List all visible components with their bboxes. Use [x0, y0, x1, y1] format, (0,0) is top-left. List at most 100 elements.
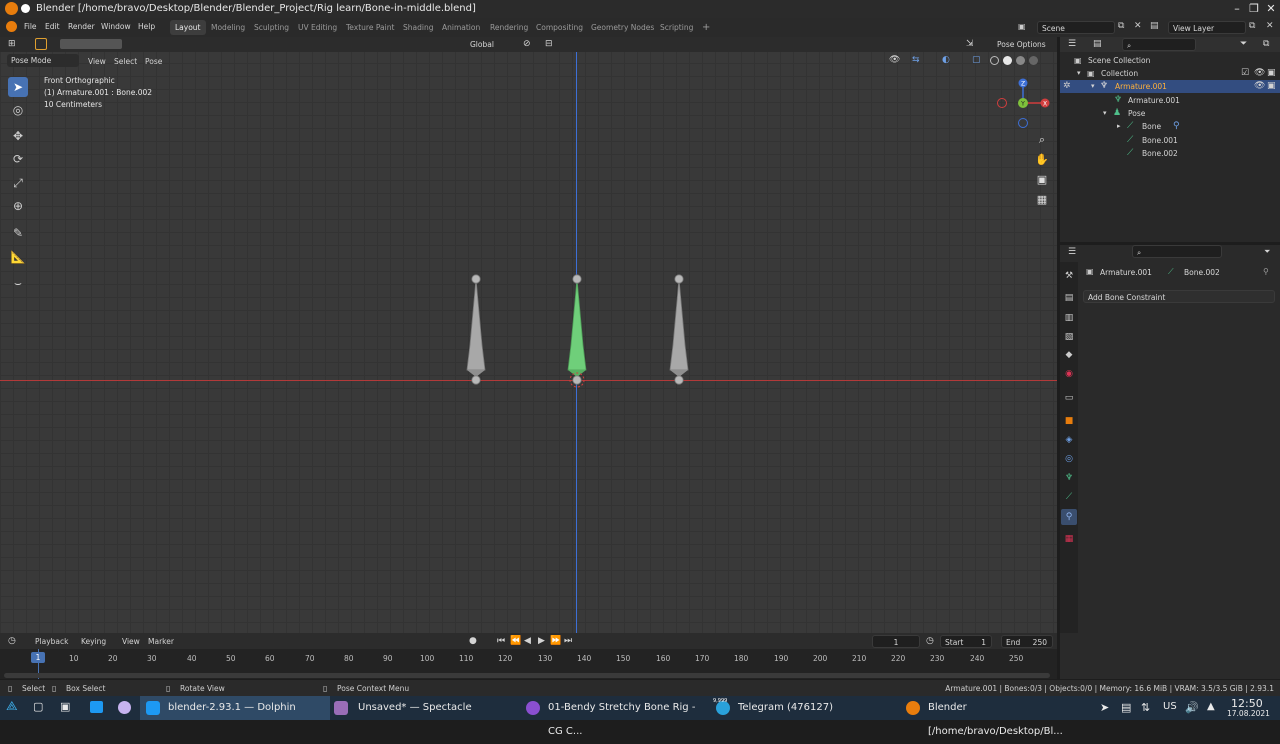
properties-search-input[interactable]: ⌕ — [1132, 245, 1222, 258]
tab-rendering[interactable]: Rendering — [485, 20, 533, 35]
menu-select[interactable]: Select — [114, 57, 137, 66]
collection-tab-icon[interactable]: ▭ — [1063, 392, 1075, 404]
select-tool-icon[interactable]: ➤ — [8, 77, 28, 97]
view-layer-selector[interactable]: View Layer — [1168, 21, 1246, 34]
tool-tab-icon[interactable]: ⚒ — [1063, 270, 1075, 282]
tab-texture-paint[interactable]: Texture Paint — [341, 20, 399, 35]
keyboard-layout[interactable]: US — [1163, 701, 1177, 712]
new-view-layer-icon[interactable]: ⧉ — [1249, 21, 1255, 31]
maximize-button[interactable]: ❐ — [1247, 2, 1261, 16]
file-manager-icon[interactable] — [90, 701, 103, 713]
tab-modeling[interactable]: Modeling — [206, 20, 250, 35]
outliner-row[interactable]: ♆ Armature.001 — [1060, 94, 1280, 107]
gizmo-icon[interactable]: ⇆ — [912, 55, 920, 65]
bone-tab-icon[interactable]: ⟋ — [1063, 491, 1075, 503]
show-desktop-icon[interactable]: ▢ — [33, 700, 43, 713]
bone-roll-tool-icon[interactable]: ⌣ — [8, 273, 28, 293]
new-collection-icon[interactable]: ⧉ — [1263, 39, 1269, 49]
current-frame-input[interactable]: 1 — [872, 635, 920, 648]
task-dolphin[interactable]: blender-2.93.1 — Dolphin — [140, 696, 330, 720]
jump-start-icon[interactable]: ⏮ — [497, 636, 505, 646]
tray-expand-icon[interactable]: ▲ — [1207, 701, 1215, 712]
jump-end-icon[interactable]: ⏭ — [564, 636, 572, 646]
menu-view[interactable]: View — [122, 637, 140, 646]
expand-arrow-icon[interactable]: ▾ — [1091, 82, 1095, 90]
tab-layout[interactable]: Layout — [170, 20, 206, 35]
start-frame-field[interactable]: Start 1 — [940, 635, 992, 648]
3d-viewport[interactable]: Front Orthographic (1) Armature.001 : Bo… — [0, 37, 1057, 633]
menu-window[interactable]: Window — [101, 22, 131, 31]
preview-range-icon[interactable]: ◷ — [926, 636, 934, 646]
end-frame-field[interactable]: End 250 — [1001, 635, 1053, 648]
select-mode-icon[interactable] — [35, 38, 47, 50]
object-tab-icon[interactable]: ■ — [1063, 415, 1075, 427]
menu-pose[interactable]: Pose — [145, 57, 162, 66]
volume-icon[interactable]: 🔊 — [1185, 701, 1199, 714]
bone[interactable] — [466, 274, 486, 385]
visibility-icon[interactable]: 👁 — [889, 55, 900, 65]
scale-tool-icon[interactable]: ⤢ — [8, 173, 28, 193]
eye-icon[interactable]: 👁 — [1254, 81, 1265, 91]
task-blender[interactable]: Blender [/home/bravo/Desktop/Bl... — [900, 696, 1090, 737]
mode-dropdown[interactable]: Pose Mode — [7, 54, 79, 67]
navigation-gizmo[interactable]: Z X Y — [995, 77, 1051, 131]
display-mode-icon[interactable]: ▤ — [1093, 39, 1102, 49]
properties-editor-type-icon[interactable]: ☰ — [1068, 247, 1076, 257]
measure-tool-icon[interactable]: 📐 — [8, 247, 28, 267]
tab-animation[interactable]: Animation — [437, 20, 485, 35]
xray-icon[interactable]: ▢ — [972, 55, 981, 65]
tab-sculpting[interactable]: Sculpting — [249, 20, 294, 35]
share-icon[interactable]: ➤ — [1100, 701, 1109, 714]
select-box-modes[interactable] — [60, 39, 122, 49]
wireframe-shading-icon[interactable] — [990, 56, 999, 65]
ortho-grid-icon[interactable]: ▦ — [1033, 191, 1051, 209]
bone-001[interactable] — [669, 274, 689, 385]
minimize-button[interactable]: – — [1230, 2, 1244, 16]
render-camera-icon[interactable]: ▣ — [1267, 81, 1276, 91]
overlay-icon[interactable]: ◐ — [942, 55, 950, 65]
menu-render[interactable]: Render — [68, 22, 95, 31]
record-icon[interactable]: ● — [469, 636, 477, 646]
render-camera-icon[interactable]: ▣ — [1267, 68, 1276, 78]
pose-options-dropdown[interactable]: Pose Options — [993, 38, 1053, 51]
eye-icon[interactable]: 👁 — [1254, 68, 1265, 78]
menu-file[interactable]: File — [24, 22, 37, 31]
task-telegram[interactable]: 9,999 Telegram (476127) — [710, 696, 900, 720]
editor-type-icon[interactable]: ⊞ — [8, 39, 16, 49]
jump-keyframe-forward-icon[interactable]: ⏩ — [550, 636, 561, 646]
physics-tab-icon[interactable]: ◎ — [1063, 453, 1075, 465]
outliner-row[interactable]: ▣ Scene Collection — [1060, 54, 1280, 67]
armature-data-tab-icon[interactable]: ♆ — [1063, 472, 1075, 484]
menu-playback[interactable]: Playback — [35, 637, 68, 646]
shading-modes[interactable] — [990, 56, 1042, 66]
world-tab-icon[interactable]: ◉ — [1063, 368, 1075, 380]
outliner-row[interactable]: ▸ ⟋ Bone ⚲ — [1060, 120, 1280, 133]
clock-date[interactable]: 17.08.2021 — [1227, 709, 1270, 718]
delete-view-layer-icon[interactable]: ✕ — [1266, 21, 1274, 31]
view-layer-tab-icon[interactable]: ▧ — [1063, 331, 1075, 343]
properties-options-icon[interactable]: ⏷ — [1264, 247, 1270, 257]
task-browser-tab[interactable]: 01-Bendy Stretchy Bone Rig - CG C... — [520, 696, 710, 737]
task-spectacle[interactable]: Unsaved* — Spectacle — [330, 696, 520, 720]
outliner-row[interactable]: ⟋ Bone.002 — [1060, 147, 1280, 160]
outliner-row[interactable]: ⟋ Bone.001 — [1060, 134, 1280, 147]
tab-geometry-nodes[interactable]: Geometry Nodes — [586, 20, 659, 35]
move-tool-icon[interactable]: ✥ — [8, 126, 28, 146]
outliner-row[interactable]: ▾ ▣ Collection ☑ 👁 ▣ — [1060, 67, 1280, 80]
scene-selector[interactable]: Scene — [1037, 21, 1115, 34]
terminal-icon[interactable]: ▣ — [60, 700, 70, 713]
rendered-shading-icon[interactable] — [1029, 56, 1038, 65]
transform-orientation-dropdown[interactable]: Global — [466, 38, 516, 51]
modifiers-tab-icon[interactable]: ◈ — [1063, 434, 1075, 446]
network-icon[interactable]: ⇅ — [1141, 701, 1150, 714]
camera-icon[interactable]: ▣ — [1033, 171, 1051, 189]
blender-menu-icon[interactable] — [6, 21, 17, 32]
menu-marker[interactable]: Marker — [148, 637, 174, 646]
expand-arrow-icon[interactable]: ▾ — [1103, 109, 1107, 117]
timeline-scrollbar[interactable] — [4, 673, 1050, 678]
checkbox-icon[interactable]: ☑ — [1241, 68, 1249, 78]
scene-tab-icon[interactable]: ◆ — [1063, 349, 1075, 361]
gizmo-toggle-icon[interactable]: ⇲ — [966, 39, 974, 49]
menu-edit[interactable]: Edit — [45, 22, 60, 31]
close-button[interactable]: ✕ — [1264, 2, 1278, 16]
